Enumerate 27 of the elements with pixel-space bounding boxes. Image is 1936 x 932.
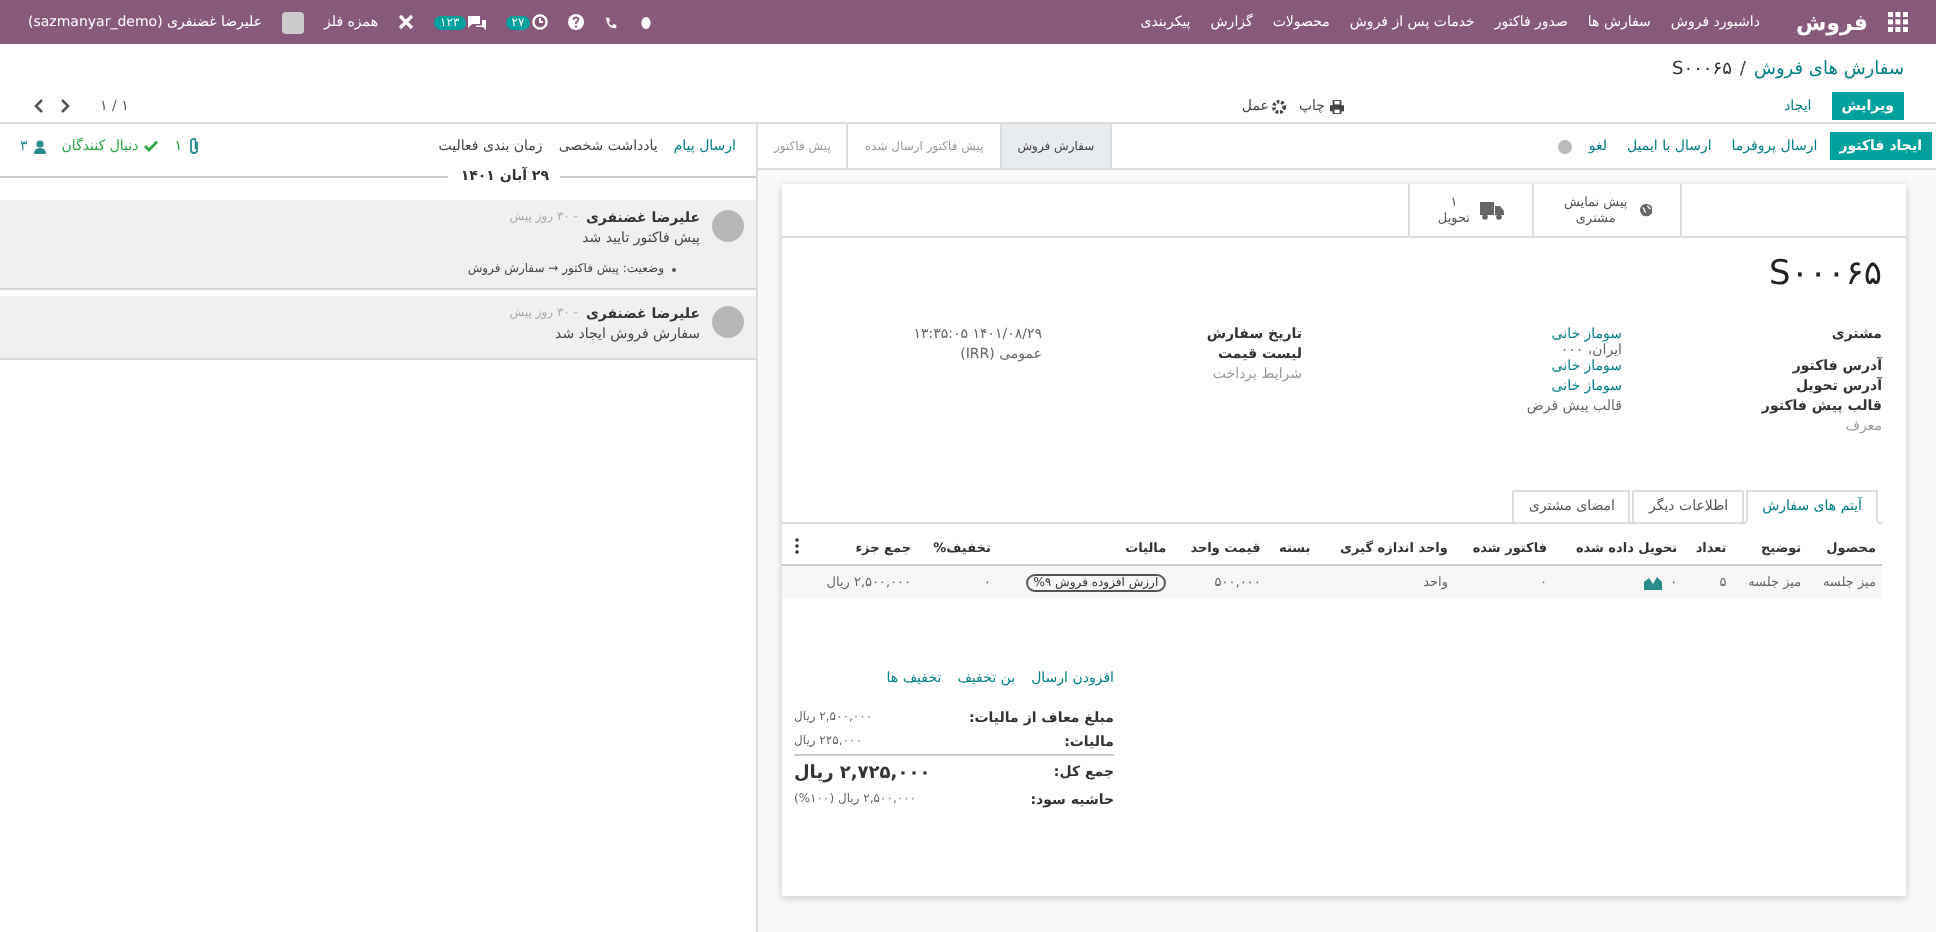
- globe-icon: [1639, 200, 1652, 220]
- user-avatar[interactable]: [282, 11, 305, 33]
- chat-icon[interactable]: [467, 14, 486, 30]
- chevron-left-icon[interactable]: [58, 98, 72, 114]
- truck-icon: [1480, 201, 1504, 219]
- breadcrumb-separator: /: [1739, 60, 1746, 80]
- app-title[interactable]: فروش: [1795, 9, 1868, 35]
- check-icon: [144, 140, 159, 152]
- printer-icon: [1329, 99, 1343, 113]
- tools-icon[interactable]: [398, 14, 415, 30]
- breadcrumb-current: S۰۰۰۶۵: [1672, 60, 1732, 80]
- breadcrumb-link[interactable]: سفارش های فروش: [1753, 60, 1904, 80]
- paperclip-icon: [188, 138, 200, 154]
- user-silhouette-icon: [1558, 139, 1573, 153]
- person-icon: [33, 139, 46, 153]
- order-number: S۰۰۰۶۵: [1767, 254, 1882, 294]
- gear-icon: [1272, 99, 1287, 113]
- total-value: ۲,۷۲۵,۰۰۰ ریال: [794, 764, 931, 784]
- help-icon[interactable]: [568, 14, 585, 30]
- column-options-icon[interactable]: [794, 538, 800, 554]
- author-avatar: [712, 306, 744, 338]
- clock-icon[interactable]: [532, 14, 549, 30]
- apps-grid-icon[interactable]: [1888, 12, 1908, 32]
- area-chart-icon[interactable]: [1644, 575, 1663, 589]
- author-avatar: [712, 210, 744, 242]
- phone-icon[interactable]: [604, 15, 619, 29]
- chevron-right-icon[interactable]: [32, 98, 46, 114]
